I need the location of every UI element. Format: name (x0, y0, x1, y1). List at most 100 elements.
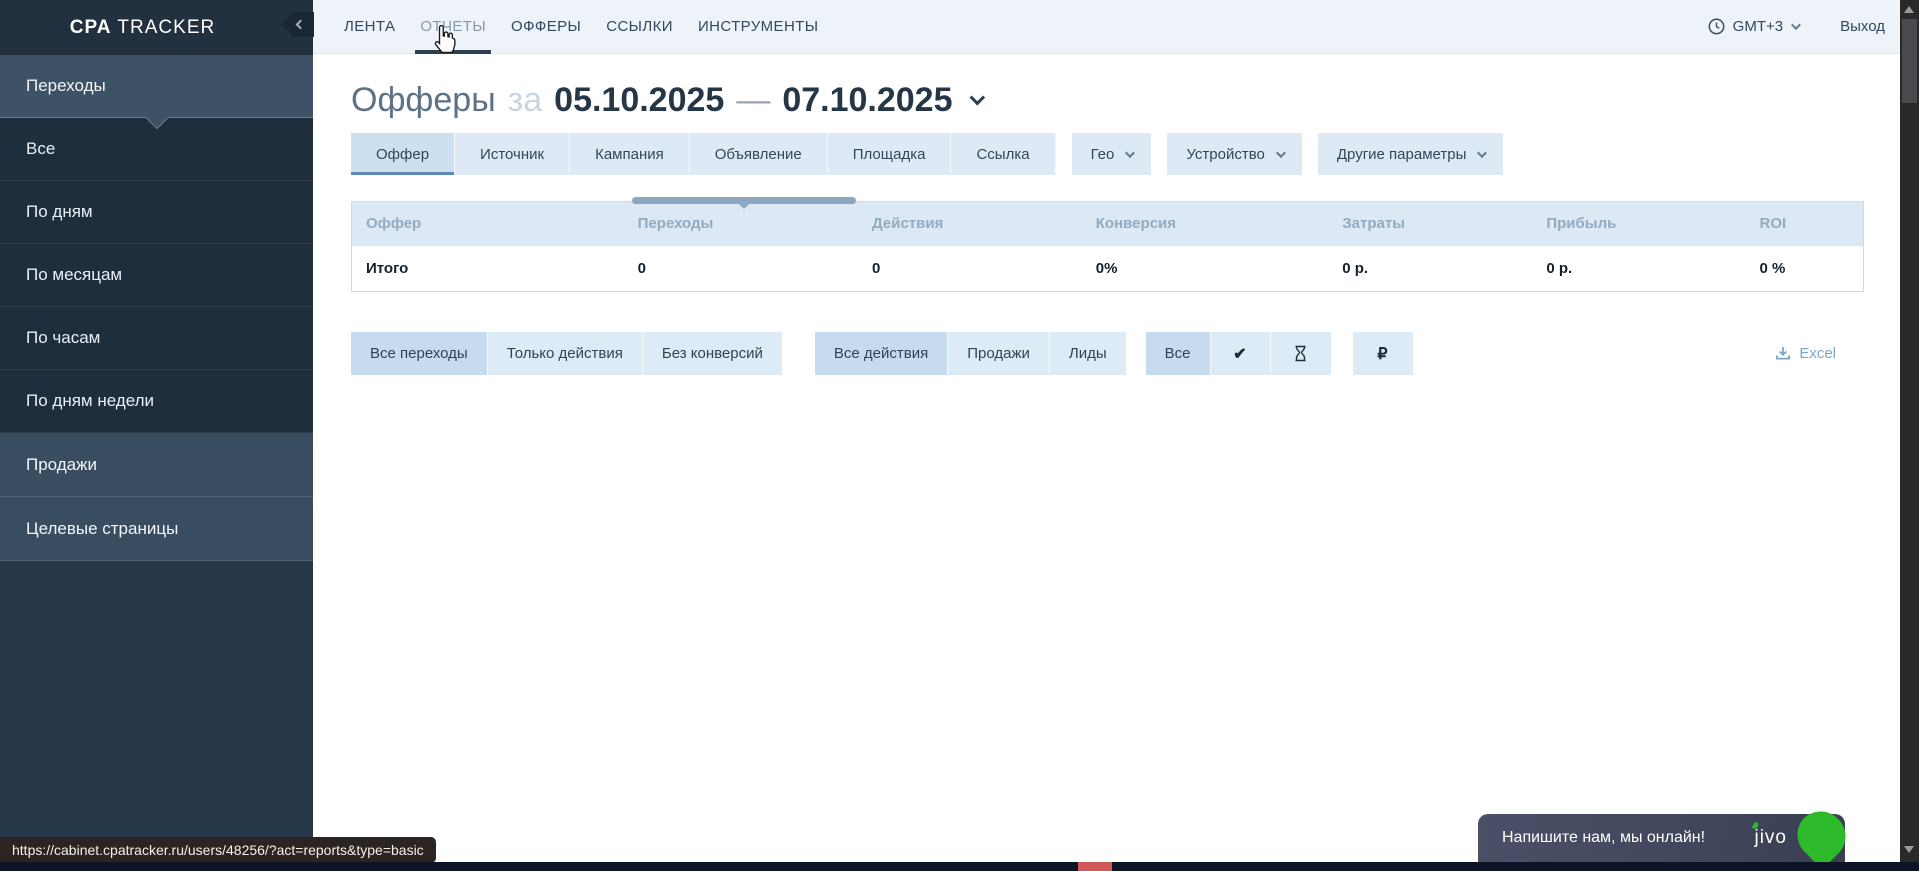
column-header-pribyl[interactable]: Прибыль (1532, 202, 1745, 246)
total-roi: 0 % (1746, 246, 1864, 292)
taskbar-accent (1078, 862, 1112, 871)
nav-item-offery[interactable]: ОФФЕРЫ (511, 0, 581, 54)
check-icon: ✔ (1233, 344, 1246, 364)
sidebar-item-label: Целевые страницы (26, 519, 178, 539)
nav-item-ssylki[interactable]: ССЫЛКИ (606, 0, 673, 54)
dropdown-label: Другие параметры (1337, 146, 1467, 163)
tab-kampaniya[interactable]: Кампания (570, 133, 690, 175)
column-header-deystviya[interactable]: Действия (858, 202, 1082, 246)
nav-item-instrumenty[interactable]: ИНСТРУМЕНТЫ (698, 0, 819, 54)
sidebar: CPA TRACKER Переходы Все По дням По меся… (0, 0, 313, 871)
jivo-logo: jivo (1754, 827, 1787, 849)
sidebar-item-label: Переходы (26, 76, 106, 96)
sidebar-item-label: Все (26, 139, 55, 159)
table-header-row: Оффер Переходы Действия Конверсия Затрат… (352, 202, 1864, 246)
filter-approved-button[interactable]: ✔ (1211, 332, 1271, 375)
actions-filter-group: Все действия Продажи Лиды (815, 332, 1126, 375)
page-title: Офферы за 05.10.2025 — 07.10.2025 (351, 82, 1900, 119)
timezone-label: GMT+3 (1733, 18, 1783, 35)
sidebar-item-po-chasam[interactable]: По часам (0, 307, 313, 370)
nav-item-otchety[interactable]: ОТЧЕТЫ (420, 0, 486, 54)
column-scroll-indicator[interactable] (632, 197, 856, 204)
scrollbar-thumb[interactable] (1902, 19, 1917, 103)
sidebar-item-label: По дням (26, 202, 93, 222)
filter-status-all[interactable]: Все (1146, 332, 1211, 375)
filter-all-actions[interactable]: Все действия (815, 332, 948, 375)
sidebar-item-prodazhi[interactable]: Продажи (0, 433, 313, 497)
sidebar-item-label: По месяцам (26, 265, 122, 285)
app-logo: CPA TRACKER (70, 17, 215, 39)
column-header-offer[interactable]: Оффер (352, 202, 624, 246)
filter-all-clicks[interactable]: Все переходы (351, 332, 488, 375)
date-range-chevron-icon[interactable] (969, 90, 985, 106)
filter-sales[interactable]: Продажи (948, 332, 1050, 375)
chat-widget[interactable]: Напишите нам, мы онлайн! jivo (1478, 814, 1845, 862)
report-name: Офферы (351, 82, 496, 119)
tab-istochnik[interactable]: Источник (455, 133, 570, 175)
column-header-zatraty[interactable]: Затраты (1328, 202, 1532, 246)
sidebar-item-po-dnyam-nedeli[interactable]: По дням недели (0, 370, 313, 433)
tab-ploshchadka[interactable]: Площадка (828, 133, 952, 175)
total-conversion: 0% (1082, 246, 1328, 292)
tab-obyavlenie[interactable]: Объявление (690, 133, 828, 175)
top-navigation: ЛЕНТА ОТЧЕТЫ ОФФЕРЫ ССЫЛКИ ИНСТРУМЕНТЫ G… (313, 0, 1900, 54)
chevron-down-icon (1276, 148, 1286, 158)
scroll-up-arrow-icon[interactable] (1904, 6, 1914, 13)
nav-item-lenta[interactable]: ЛЕНТА (344, 0, 395, 54)
vertical-scrollbar[interactable] (1900, 0, 1919, 871)
tab-ssylka[interactable]: Ссылка (951, 133, 1055, 175)
filters-row: Все переходы Только действия Без конверс… (351, 332, 1864, 375)
currency-rouble-button[interactable]: ₽ (1353, 332, 1413, 375)
logo-bar: CPA TRACKER (0, 0, 313, 55)
sidebar-item-label: По часам (26, 328, 100, 348)
scroll-down-arrow-icon[interactable] (1904, 846, 1914, 853)
sidebar-item-label: Продажи (26, 455, 97, 475)
total-costs: 0 р. (1328, 246, 1532, 292)
top-nav-items: ЛЕНТА ОТЧЕТЫ ОФФЕРЫ ССЫЛКИ ИНСТРУМЕНТЫ (344, 0, 818, 54)
logo-bold: CPA (70, 17, 112, 38)
filter-leads[interactable]: Лиды (1050, 332, 1126, 375)
device-dropdown[interactable]: Устройство (1167, 133, 1301, 175)
total-actions: 0 (858, 246, 1082, 292)
download-icon (1775, 346, 1791, 361)
report-content: Офферы за 05.10.2025 — 07.10.2025 Оффер … (313, 54, 1900, 375)
column-header-roi[interactable]: ROI (1746, 202, 1864, 246)
column-header-konversiya[interactable]: Конверсия (1082, 202, 1328, 246)
logout-link[interactable]: Выход (1840, 18, 1885, 35)
sidebar-item-po-dnyam[interactable]: По дням (0, 181, 313, 244)
main-area: ЛЕНТА ОТЧЕТЫ ОФФЕРЫ ССЫЛКИ ИНСТРУМЕНТЫ G… (313, 0, 1900, 871)
export-excel-link[interactable]: Excel (1775, 345, 1836, 362)
date-to[interactable]: 07.10.2025 (782, 82, 952, 119)
report-table-wrap: Оффер Переходы Действия Конверсия Затрат… (351, 201, 1864, 292)
total-clicks: 0 (624, 246, 858, 292)
status-bar-url: https://cabinet.cpatracker.ru/users/4825… (0, 837, 436, 863)
total-label: Итого (352, 246, 624, 292)
chevron-down-icon (1791, 20, 1801, 30)
topbar-right: GMT+3 Выход (1708, 18, 1885, 35)
report-preposition: за (508, 82, 543, 119)
sidebar-item-perehody[interactable]: Переходы (0, 55, 313, 118)
total-profit: 0 р. (1532, 246, 1745, 292)
geo-dropdown[interactable]: Гео (1072, 133, 1152, 175)
sidebar-submenu: Все По дням По месяцам По часам По дням … (0, 118, 313, 433)
filter-pending-button[interactable] (1271, 332, 1331, 375)
export-label: Excel (1799, 345, 1836, 362)
sidebar-item-po-mesyacam[interactable]: По месяцам (0, 244, 313, 307)
date-from[interactable]: 05.10.2025 (554, 82, 724, 119)
chevron-down-icon (1125, 148, 1135, 158)
dropdown-label: Гео (1091, 146, 1115, 163)
hourglass-icon (1293, 345, 1308, 362)
sidebar-item-celevye-stranicy[interactable]: Целевые страницы (0, 497, 313, 561)
table-row-total: Итого 0 0 0% 0 р. 0 р. 0 % (352, 246, 1864, 292)
timezone-selector[interactable]: GMT+3 (1708, 18, 1798, 35)
date-dash: — (736, 82, 770, 119)
filter-no-conversions[interactable]: Без конверсий (643, 332, 782, 375)
taskbar-edge (0, 862, 1919, 871)
filter-only-actions[interactable]: Только действия (488, 332, 643, 375)
chevron-left-icon (296, 20, 306, 30)
dimension-tabs: Оффер Источник Кампания Объявление Площа… (351, 133, 1900, 175)
tab-offer[interactable]: Оффер (351, 133, 455, 175)
other-params-dropdown[interactable]: Другие параметры (1318, 133, 1504, 175)
logo-rest: TRACKER (111, 17, 215, 38)
chevron-down-icon (1477, 148, 1487, 158)
